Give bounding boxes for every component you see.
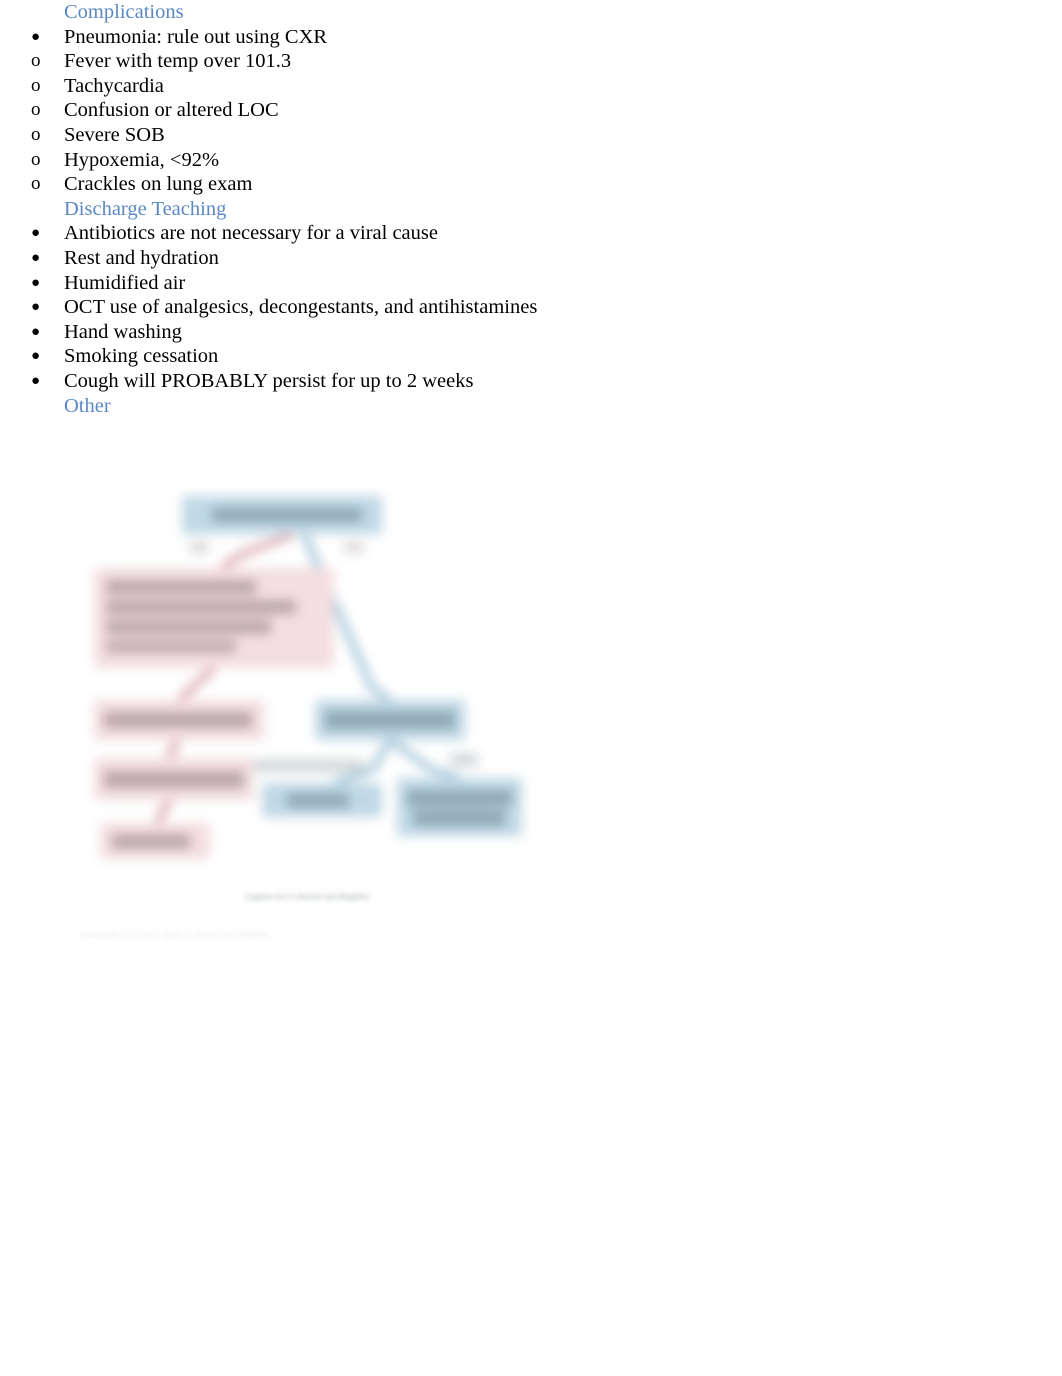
document-page: Complications ● Pneumonia: rule out usin… xyxy=(0,0,1062,1376)
bullet-circle-icon: o xyxy=(31,123,41,145)
bullet-circle-icon: o xyxy=(31,173,41,195)
flowchart-figure: [caption text is blurred and illegible] … xyxy=(72,478,542,978)
list-item-label: Antibiotics are not necessary for a vira… xyxy=(64,222,438,245)
list-item: o Severe SOB xyxy=(0,123,1062,148)
bullet-disc-icon: ● xyxy=(31,323,41,340)
list-item: ● Smoking cessation xyxy=(0,344,1062,369)
flowchart-subtext: [paragraph text below figure is blurred … xyxy=(80,929,270,939)
list-item: ● OCT use of analgesics, decongestants, … xyxy=(0,295,1062,320)
flowchart-caption-wrap: [caption text is blurred and illegible] xyxy=(72,890,542,903)
bullet-circle-icon: o xyxy=(31,50,41,72)
flowchart-caption: [caption text is blurred and illegible] xyxy=(244,891,370,901)
list-item-label: Smoking cessation xyxy=(64,345,219,368)
list-item-label: OCT use of analgesics, decongestants, an… xyxy=(64,296,538,319)
bullet-disc-icon: ● xyxy=(31,372,41,389)
list-item: o Crackles on lung exam xyxy=(0,172,1062,197)
list-item: ● Hand washing xyxy=(0,320,1062,345)
list-item: ● Pneumonia: rule out using CXR xyxy=(0,25,1062,50)
bullet-disc-icon: ● xyxy=(31,225,41,242)
heading-complications: Complications xyxy=(64,1,184,23)
heading-discharge-teaching: Discharge Teaching xyxy=(64,197,227,220)
list-item: ● Cough will PROBABLY persist for up to … xyxy=(0,369,1062,394)
list-item: o Confusion or altered LOC xyxy=(0,98,1062,123)
list-item-label: Fever with temp over 101.3 xyxy=(64,50,292,73)
bullet-disc-icon: ● xyxy=(31,299,41,316)
list-item: o Hypoxemia, <92% xyxy=(0,148,1062,173)
heading-other: Other xyxy=(64,394,111,417)
list-item: ● Antibiotics are not necessary for a vi… xyxy=(0,221,1062,246)
bullet-disc-icon: ● xyxy=(31,249,41,266)
bullet-disc-icon: ● xyxy=(31,274,41,291)
list-item: o Fever with temp over 101.3 xyxy=(0,49,1062,74)
list-item-label: Rest and hydration xyxy=(64,246,219,269)
list-item-label: Confusion or altered LOC xyxy=(64,99,279,122)
list-item-label: Humidified air xyxy=(64,271,186,294)
list-item-label: Crackles on lung exam xyxy=(64,173,253,196)
flowchart-graphic xyxy=(72,478,542,978)
list-item-label: Hand washing xyxy=(64,320,182,343)
list-item-label: Hypoxemia, <92% xyxy=(64,148,220,171)
list-item-label: Cough will PROBABLY persist for up to 2 … xyxy=(64,369,474,392)
list-item-label: Pneumonia: rule out using CXR xyxy=(64,25,328,48)
bullet-disc-icon: ● xyxy=(31,348,41,365)
bullet-circle-icon: o xyxy=(31,99,41,121)
list-item: ● Humidified air xyxy=(0,271,1062,296)
bullet-circle-icon: o xyxy=(31,148,41,170)
document-body: Complications ● Pneumonia: rule out usin… xyxy=(0,0,1062,418)
list-item: ● Rest and hydration xyxy=(0,246,1062,271)
bullet-disc-icon: ● xyxy=(31,28,41,45)
bullet-circle-icon: o xyxy=(31,74,41,96)
list-item: o Tachycardia xyxy=(0,74,1062,99)
list-item-label: Severe SOB xyxy=(64,123,165,146)
